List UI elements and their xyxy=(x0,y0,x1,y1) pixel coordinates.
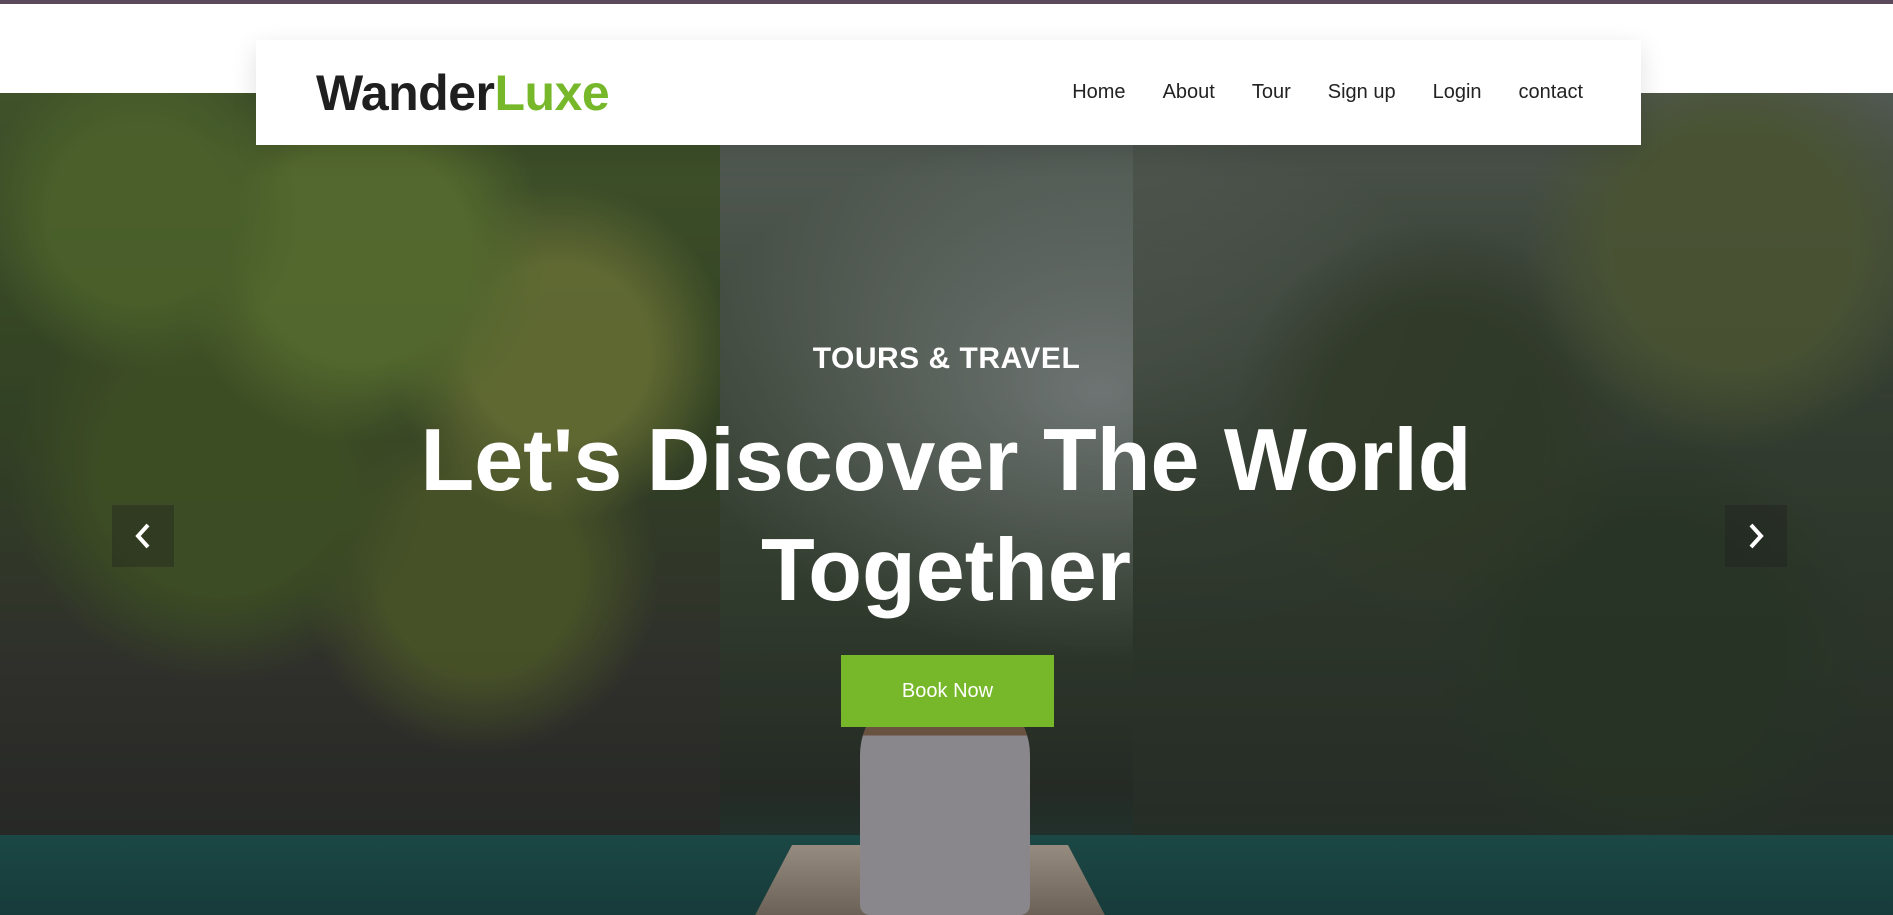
primary-nav: Home About Tour Sign up Login contact xyxy=(1072,81,1583,104)
book-now-button[interactable]: Book Now xyxy=(841,655,1054,727)
chevron-left-icon xyxy=(135,523,150,549)
brand-name-part2: Luxe xyxy=(494,64,610,121)
nav-link-contact[interactable]: contact xyxy=(1519,81,1583,104)
brand-name-part1: Wander xyxy=(316,64,495,121)
chevron-right-icon xyxy=(1749,523,1764,549)
carousel-next-button[interactable] xyxy=(1725,505,1787,567)
brand-logo[interactable]: WanderLuxe xyxy=(316,64,610,122)
main-navbar: WanderLuxe Home About Tour Sign up Login… xyxy=(256,40,1641,145)
nav-link-about[interactable]: About xyxy=(1163,81,1215,104)
hero-headline: Let's Discover The World Together xyxy=(420,410,1472,619)
nav-link-login[interactable]: Login xyxy=(1433,81,1482,104)
nav-link-signup[interactable]: Sign up xyxy=(1328,81,1396,104)
nav-link-tour[interactable]: Tour xyxy=(1252,81,1291,104)
nav-link-home[interactable]: Home xyxy=(1072,81,1125,104)
carousel-prev-button[interactable] xyxy=(112,505,174,567)
hero-eyebrow: TOURS & TRAVEL xyxy=(812,342,1081,375)
